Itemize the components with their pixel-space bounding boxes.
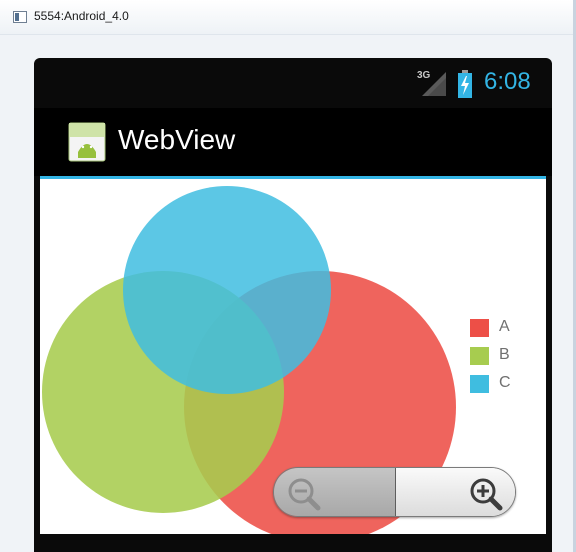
window-title: 5554:Android_4.0	[34, 9, 129, 23]
signal-icon	[422, 72, 446, 96]
zoom-in-button[interactable]	[396, 468, 515, 516]
zoom-out-icon	[288, 478, 321, 511]
legend-swatch-b	[470, 347, 489, 365]
webview-content[interactable]: A B C	[40, 179, 546, 534]
legend-label-a: A	[499, 318, 510, 335]
status-clock: 6:08	[484, 68, 531, 95]
legend-item-a: A	[470, 317, 530, 345]
zoom-out-button[interactable]	[274, 468, 395, 516]
legend-label-b: B	[499, 346, 510, 363]
legend-item-b: B	[470, 345, 530, 373]
zoom-in-icon	[470, 478, 503, 511]
emulator-app-icon	[13, 11, 27, 23]
android-launcher-icon[interactable]	[68, 122, 106, 162]
status-bar: 3G 6:08	[34, 58, 552, 108]
venn-circle-c	[123, 186, 331, 394]
action-bar-title: WebView	[118, 124, 236, 155]
emulator-window: 5554:Android_4.0 3G 6:08 WebView A B C	[0, 0, 576, 552]
zoom-controls	[273, 467, 516, 517]
legend-swatch-c	[470, 375, 489, 393]
window-titlebar: 5554:Android_4.0	[0, 0, 576, 35]
legend-swatch-a	[470, 319, 489, 337]
venn-legend: A B C	[470, 317, 530, 401]
legend-item-c: C	[470, 373, 530, 401]
action-bar: WebView	[34, 108, 552, 176]
battery-charging-icon	[458, 70, 472, 98]
legend-label-c: C	[499, 374, 511, 391]
